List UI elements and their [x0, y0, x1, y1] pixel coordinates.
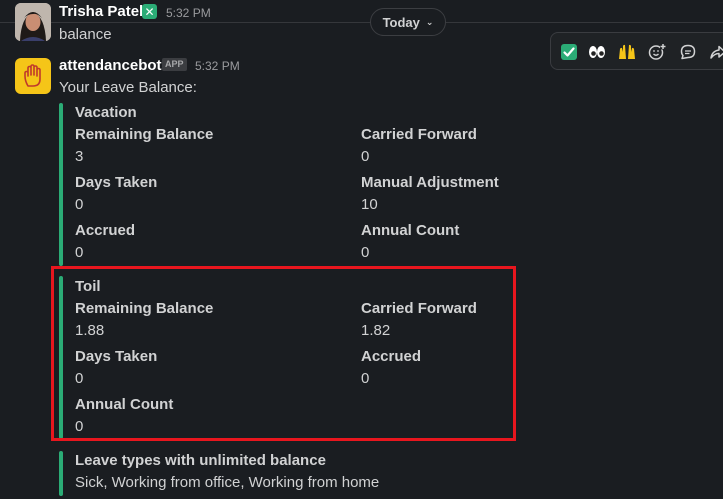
message-timestamp[interactable]: 5:32 PM	[195, 59, 240, 73]
date-divider-button[interactable]: Today ⌄	[370, 8, 446, 36]
check-mark-icon	[561, 44, 577, 60]
field-value: 0	[361, 244, 370, 261]
message-author[interactable]: Trisha Patel	[59, 3, 143, 20]
message-timestamp[interactable]: 5:32 PM	[166, 6, 211, 20]
field-value: 3	[75, 148, 84, 165]
attachment-color-bar	[59, 451, 63, 496]
date-divider-line	[0, 22, 723, 23]
add-reaction-button[interactable]	[644, 39, 670, 65]
check-mark-emoji-button[interactable]	[556, 39, 582, 65]
highlight-box	[51, 266, 516, 441]
add-reaction-icon	[648, 43, 666, 60]
eyes-icon	[589, 46, 605, 58]
field-label: Manual Adjustment	[361, 174, 499, 191]
app-badge: APP	[162, 58, 187, 71]
field-label: Accrued	[75, 222, 136, 239]
avatar[interactable]	[15, 3, 51, 41]
message-actions-toolbar	[550, 32, 723, 70]
attachment-title: Leave types with unlimited balance	[75, 452, 326, 469]
attachment-color-bar	[59, 103, 63, 266]
attachment-text: Sick, Working from office, Working from …	[75, 474, 380, 491]
date-divider-label: Today	[382, 14, 420, 30]
raised-hands-emoji-button[interactable]	[614, 39, 640, 65]
field-value: 0	[361, 148, 370, 165]
eyes-emoji-button[interactable]	[584, 39, 610, 65]
message-text: Your Leave Balance:	[59, 79, 197, 96]
chevron-down-icon: ⌄	[425, 16, 434, 27]
field-label: Annual Count	[361, 222, 460, 239]
message-author[interactable]: attendancebot	[59, 57, 162, 74]
field-value: 0	[75, 244, 84, 261]
raised-hands-icon	[619, 44, 635, 59]
field-label: Remaining Balance	[75, 126, 214, 143]
attachment-title: Vacation	[75, 104, 137, 121]
message-text: balance	[59, 26, 112, 43]
bot-avatar[interactable]	[15, 58, 51, 94]
share-icon	[710, 45, 723, 59]
share-message-button[interactable]	[705, 39, 723, 65]
field-label: Carried Forward	[361, 126, 477, 143]
status-check-icon: ✕	[142, 4, 157, 19]
raised-hand-icon	[24, 64, 41, 87]
field-label: Days Taken	[75, 174, 158, 191]
field-value: 0	[75, 196, 84, 213]
reply-in-thread-button[interactable]	[675, 39, 701, 65]
reply-in-thread-icon	[680, 44, 696, 60]
field-value: 10	[361, 196, 378, 213]
